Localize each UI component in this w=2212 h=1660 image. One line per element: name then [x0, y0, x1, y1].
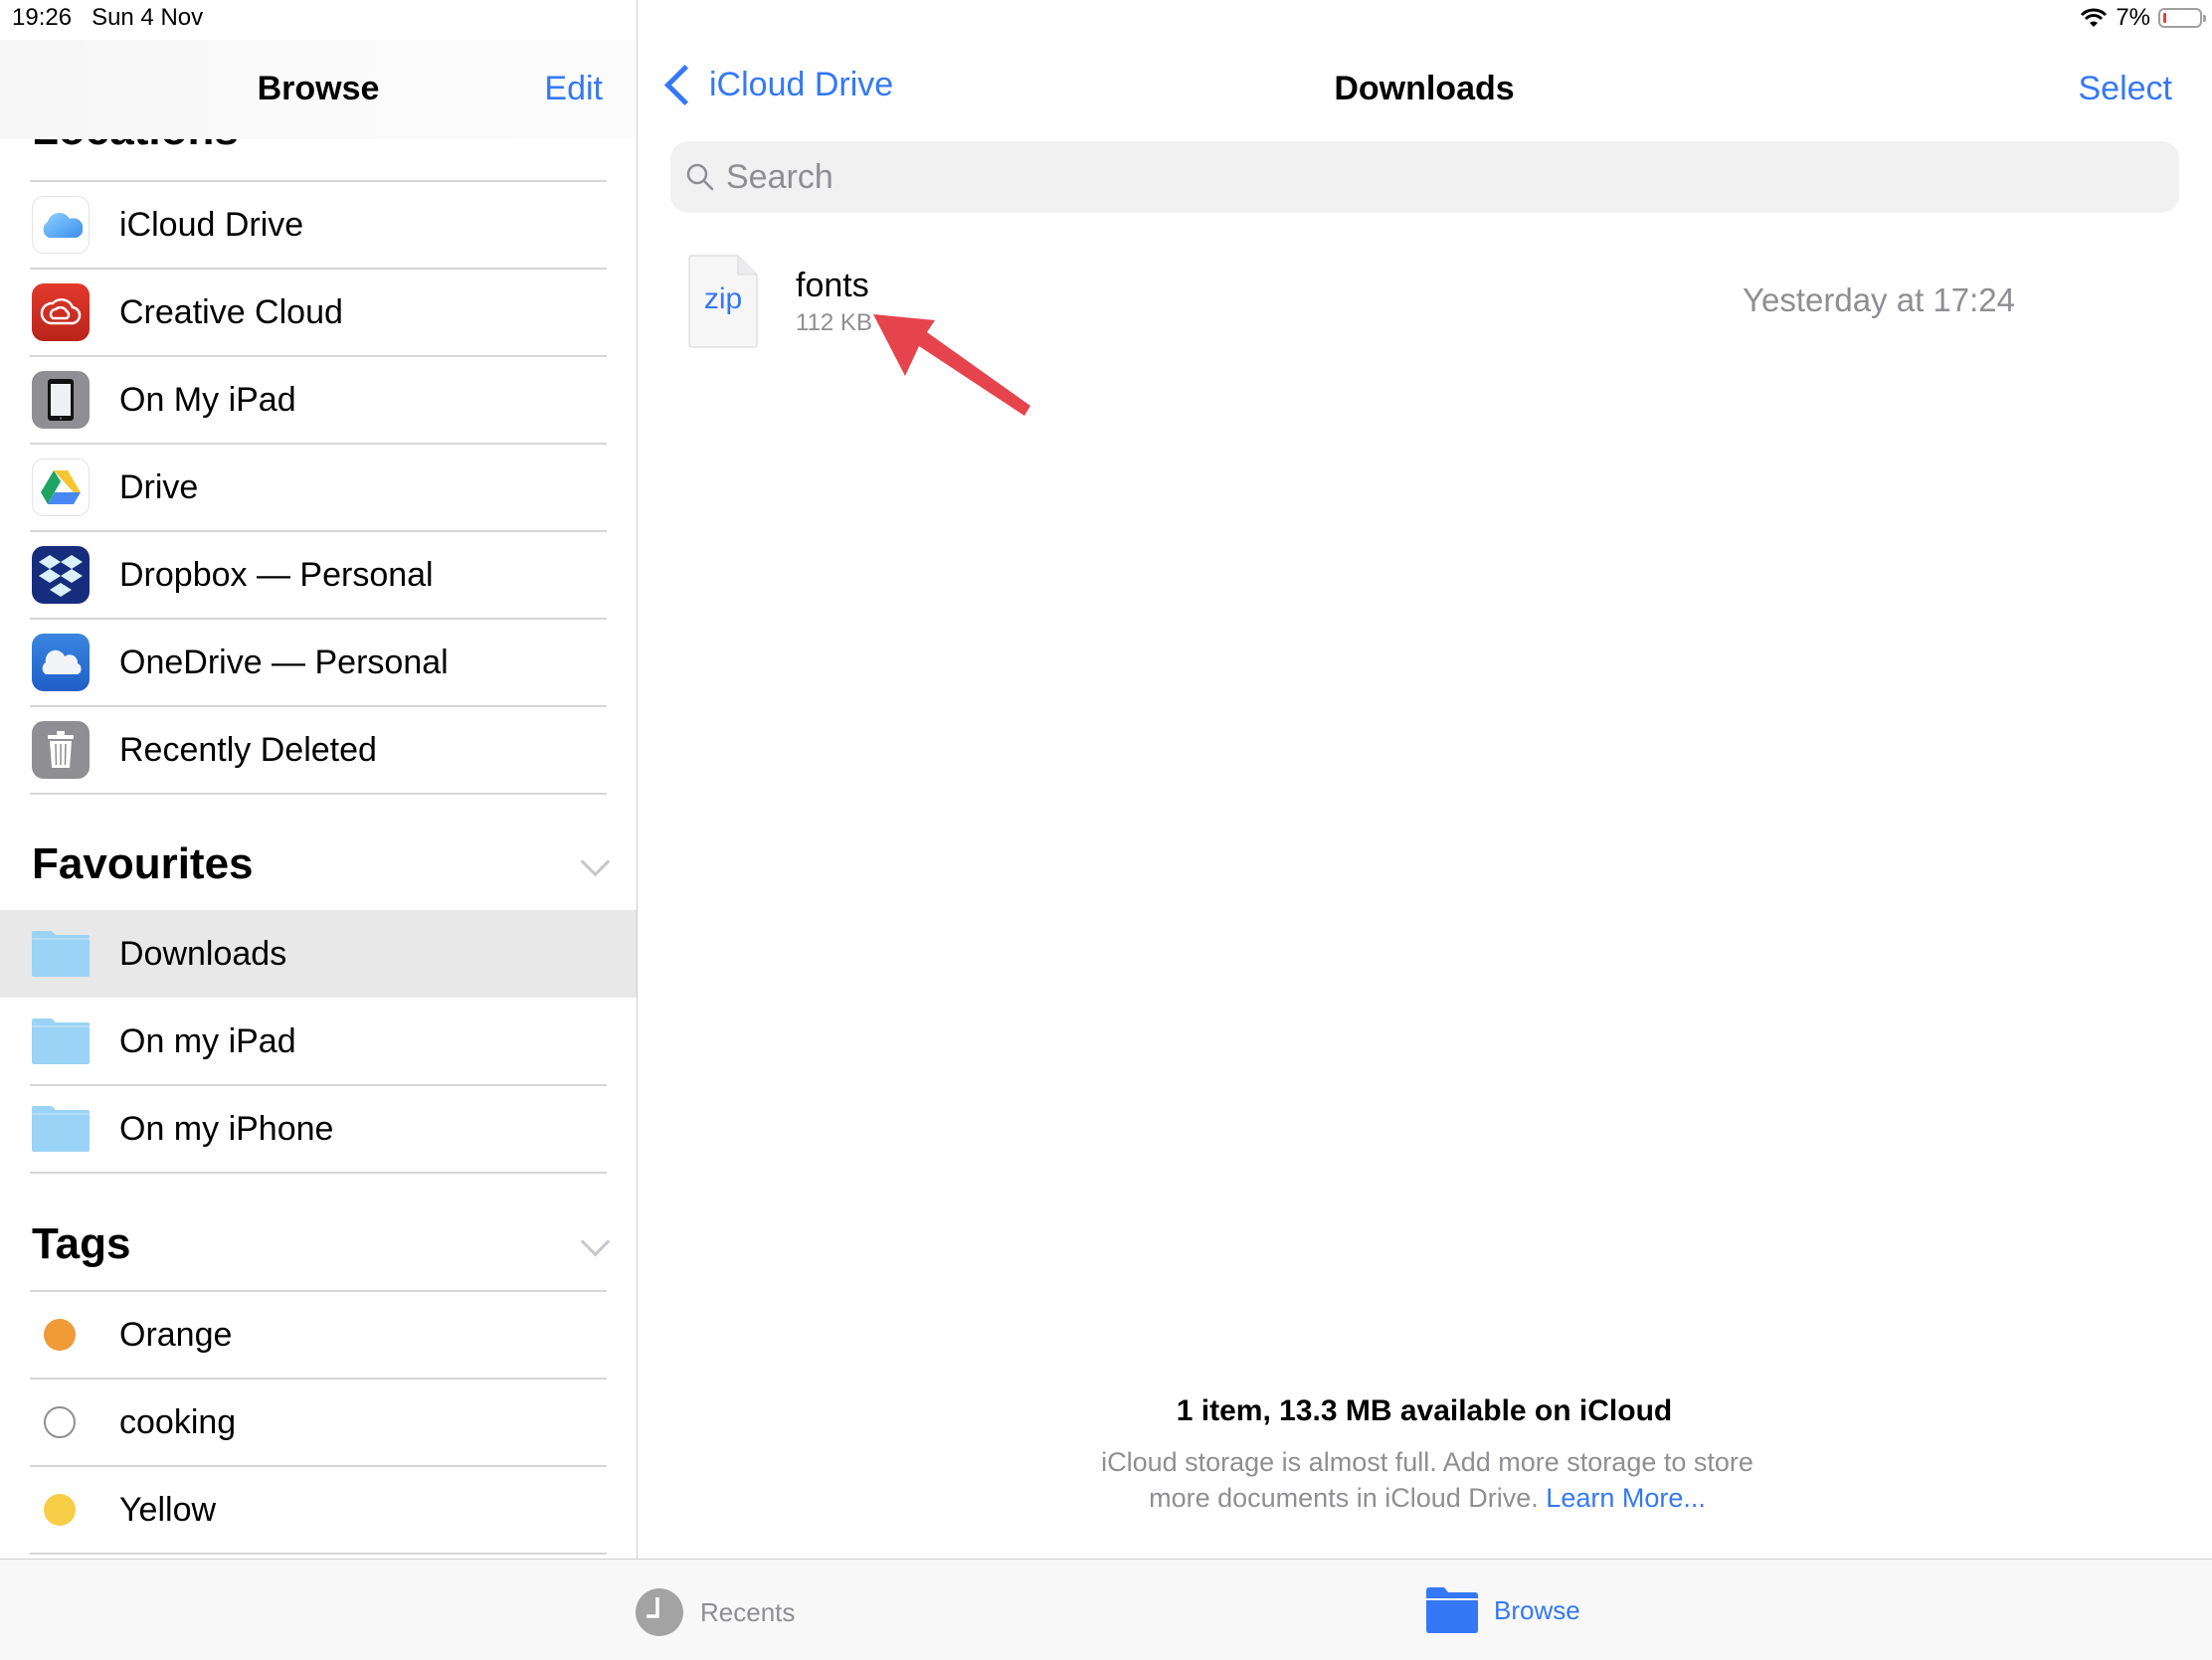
status-bar-left: 19:26 Sun 4 Nov — [12, 4, 223, 32]
status-date: Sun 4 Nov — [92, 4, 204, 31]
icloud-icon — [32, 196, 90, 254]
sidebar-item-dropbox[interactable]: Dropbox — Personal — [0, 531, 637, 619]
sidebar-item-label: iCloud Drive — [119, 205, 304, 244]
clock-icon — [636, 1588, 683, 1636]
tab-recents[interactable]: Recents — [635, 1587, 795, 1637]
divider — [30, 1172, 607, 1174]
chevron-down-icon[interactable] — [580, 1226, 611, 1257]
select-button[interactable]: Select — [2079, 70, 2173, 108]
item-count-summary: 1 item, 13.3 MB available on iCloud — [1176, 1394, 1673, 1427]
battery-percentage: 7% — [2116, 4, 2150, 31]
search-bar[interactable] — [670, 141, 2179, 213]
onedrive-icon — [32, 634, 90, 691]
file-size: 112 KB — [796, 309, 872, 336]
folder-icon — [32, 1018, 90, 1064]
chevron-down-icon[interactable] — [580, 846, 611, 877]
sidebar-item-label: On My iPad — [119, 380, 296, 419]
ipad-icon — [32, 371, 90, 429]
creative-cloud-icon — [32, 283, 90, 341]
tab-label: Browse — [1494, 1594, 1580, 1625]
file-name: fonts — [796, 267, 869, 304]
tab-browse[interactable]: Browse — [1426, 1587, 1580, 1633]
sidebar-item-label: cooking — [119, 1402, 237, 1441]
file-type-label: zip — [703, 282, 743, 315]
sidebar-item-tag-cooking[interactable]: cooking — [0, 1379, 637, 1466]
edit-button[interactable]: Edit — [544, 70, 603, 108]
divider — [30, 1553, 607, 1555]
tags-header: Tags — [32, 1219, 131, 1268]
tag-color-dot-icon — [44, 1319, 76, 1351]
folder-icon — [32, 931, 90, 977]
annotation-arrow-icon — [873, 314, 1030, 416]
wifi-icon — [2081, 8, 2108, 27]
page-title: Downloads — [1334, 70, 1515, 107]
tag-color-dot-icon — [44, 1494, 76, 1526]
sidebar-item-label: Dropbox — Personal — [119, 555, 434, 594]
tag-empty-dot-icon — [44, 1406, 76, 1438]
sidebar-item-label: Orange — [119, 1315, 233, 1354]
sidebar-item-recently-deleted[interactable]: Recently Deleted — [0, 706, 637, 794]
sidebar-item-on-my-ipad[interactable]: On My iPad — [0, 356, 637, 444]
sidebar-item-label: OneDrive — Personal — [119, 643, 449, 681]
search-input[interactable] — [724, 156, 2120, 198]
dropbox-icon — [32, 546, 90, 604]
tab-label: Recents — [700, 1596, 796, 1627]
sidebar-item-tag-orange[interactable]: Orange — [0, 1291, 637, 1379]
sidebar-item-drive[interactable]: Drive — [0, 444, 637, 531]
sidebar-item-downloads[interactable]: Downloads — [0, 910, 637, 998]
sidebar-title: Browse — [257, 70, 380, 107]
divider — [30, 793, 607, 795]
battery-level-fill — [2163, 13, 2166, 23]
sidebar-item-label: On my iPad — [119, 1021, 296, 1060]
storage-warning: iCloud storage is almost full. Add more … — [1094, 1444, 1760, 1516]
search-icon — [686, 163, 714, 191]
sidebar-item-label: Yellow — [119, 1490, 217, 1529]
sidebar-item-onedrive[interactable]: OneDrive — Personal — [0, 619, 637, 706]
sidebar-item-label: Downloads — [119, 934, 287, 973]
sidebar-nav-bar: Browse Edit — [0, 40, 637, 139]
folder-icon — [1426, 1587, 1478, 1633]
battery-icon — [2158, 8, 2206, 28]
google-drive-icon — [32, 459, 90, 516]
learn-more-link[interactable]: Learn More... — [1546, 1483, 1706, 1513]
file-modified-date: Yesterday at 17:24 — [1743, 281, 2015, 318]
sidebar: Browse Edit Locations iCloud Drive Creat… — [0, 0, 638, 1559]
status-time: 19:26 — [12, 4, 73, 31]
sidebar-item-label: Drive — [119, 467, 199, 506]
sidebar-item-icloud-drive[interactable]: iCloud Drive — [0, 181, 637, 269]
trash-icon — [32, 721, 90, 779]
tab-bar: Recents Browse — [0, 1559, 2212, 1660]
sidebar-item-tag-yellow[interactable]: Yellow — [0, 1466, 637, 1554]
sidebar-item-label: Creative Cloud — [119, 292, 343, 331]
status-bar-right: 7% — [2080, 4, 2206, 32]
sidebar-item-on-my-ipad-folder[interactable]: On my iPad — [0, 998, 637, 1085]
sidebar-item-label: Recently Deleted — [119, 730, 377, 769]
sidebar-item-creative-cloud[interactable]: Creative Cloud — [0, 269, 637, 356]
sidebar-item-label: On my iPhone — [119, 1109, 334, 1148]
favourites-header: Favourites — [32, 839, 254, 888]
sidebar-item-on-my-iphone-folder[interactable]: On my iPhone — [0, 1085, 637, 1173]
folder-icon — [32, 1106, 90, 1152]
